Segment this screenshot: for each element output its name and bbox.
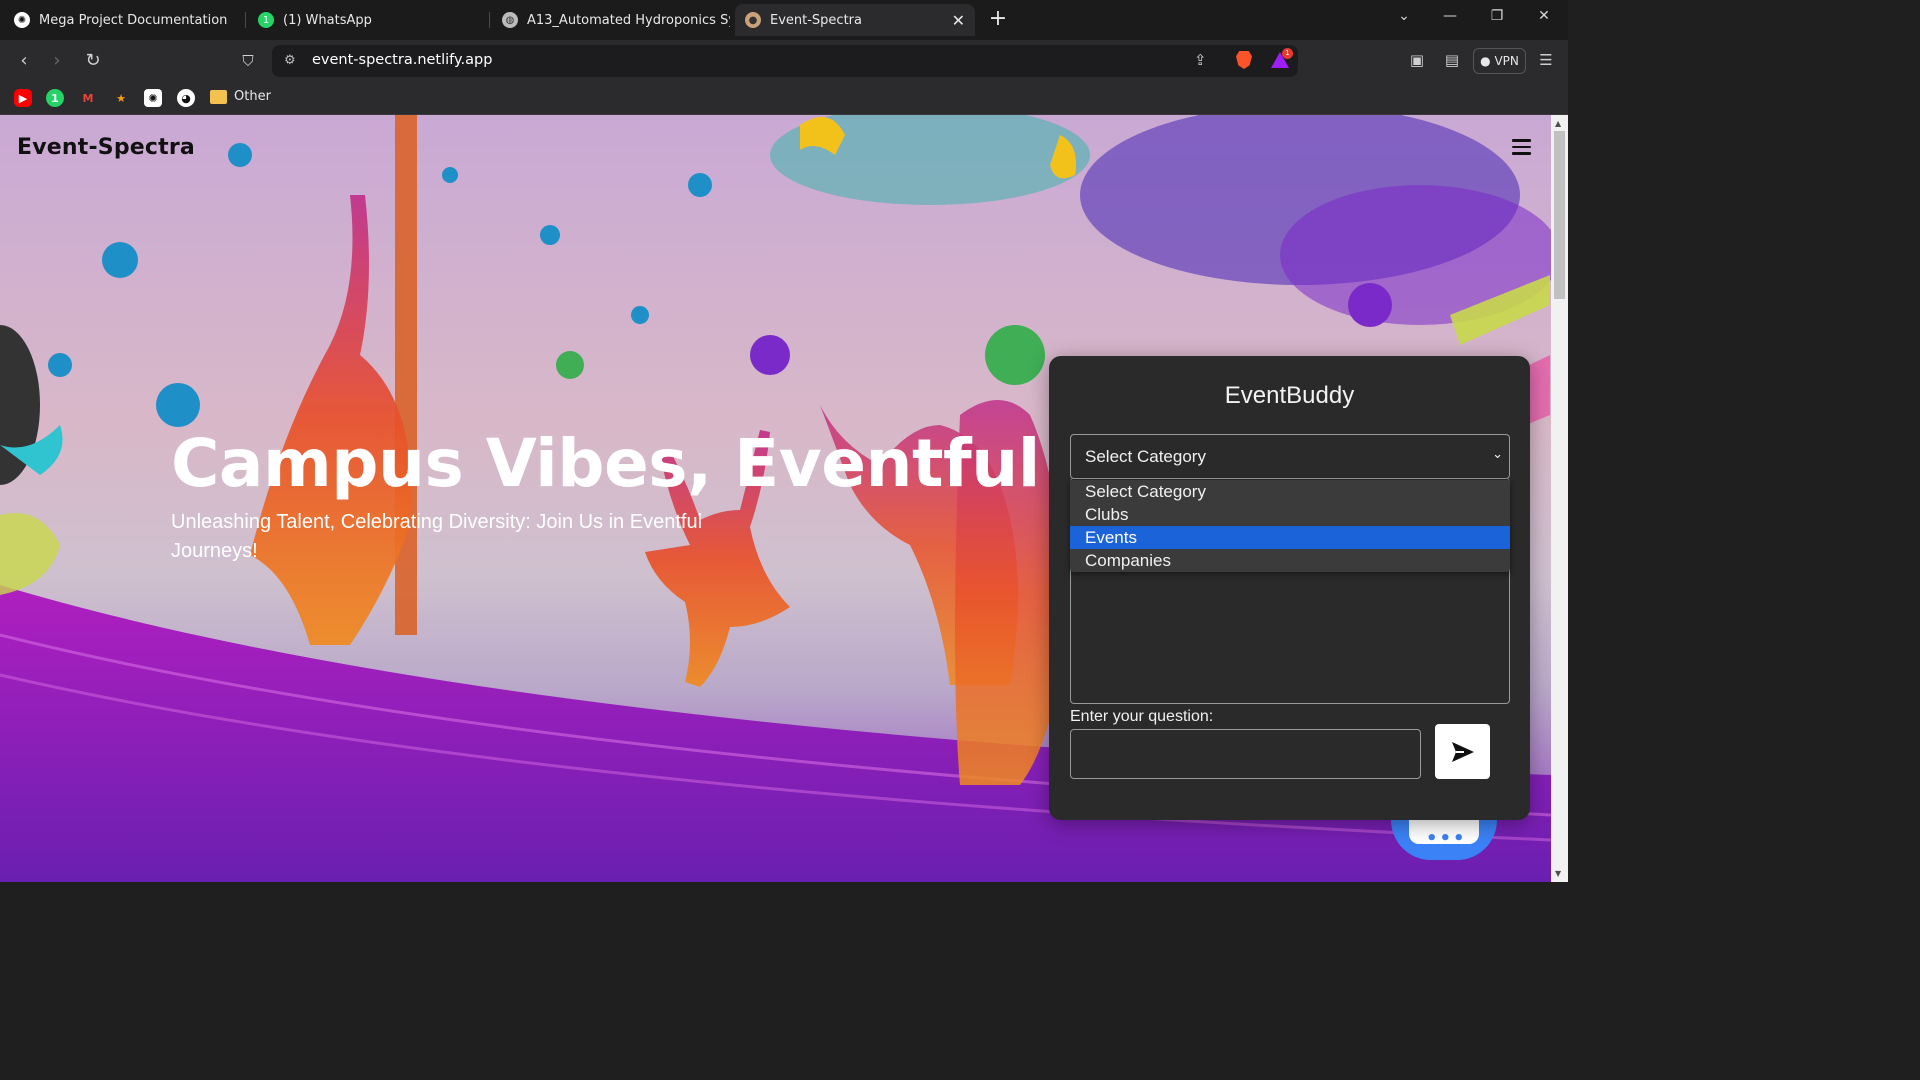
browser-toolbar: ‹ › ↻ ⛉ ⚙ event-spectra.netlify.app ⇪ 1 … (0, 40, 1568, 82)
vpn-button[interactable]: ● VPN (1473, 48, 1526, 74)
star-icon[interactable]: ★ (112, 89, 130, 107)
send-button[interactable] (1435, 724, 1490, 779)
option-clubs[interactable]: Clubs (1070, 503, 1510, 526)
chevron-down-icon: ⌄ (1492, 447, 1503, 462)
tab-event-spectra[interactable]: ● Event-Spectra ✕ (735, 4, 975, 36)
category-select[interactable]: Select Category ⌄ (1070, 434, 1510, 479)
typing-dots-icon: ••• (1426, 828, 1467, 849)
restore-button[interactable]: ❐ (1485, 8, 1509, 24)
close-window-button[interactable]: ✕ (1532, 8, 1556, 24)
close-tab-icon[interactable]: ✕ (944, 11, 965, 30)
tab-strip: ✺ Mega Project Documentation 1 (1) Whats… (0, 0, 1568, 40)
scroll-up-arrow-icon[interactable]: ▲ (1555, 119, 1561, 128)
bookmark-icon[interactable]: ⛉ (237, 50, 259, 72)
youtube-icon[interactable]: ▶ (14, 89, 32, 107)
folder-icon[interactable] (210, 90, 227, 104)
minimize-button[interactable]: — (1438, 8, 1462, 24)
whatsapp-icon: 1 (258, 12, 274, 28)
globe-icon: ◍ (502, 12, 518, 28)
tab-title: Event-Spectra (770, 12, 862, 28)
hero-title: Campus Vibes, Eventful Li (171, 425, 1127, 502)
address-bar[interactable]: ⚙ event-spectra.netlify.app (272, 45, 1298, 77)
send-icon (1451, 741, 1474, 762)
vpn-label: VPN (1494, 54, 1519, 68)
chatgpt-icon[interactable]: ✺ (144, 89, 162, 107)
option-select-category[interactable]: Select Category (1070, 480, 1510, 503)
forward-button[interactable]: › (46, 50, 68, 72)
category-select-value: Select Category (1085, 447, 1206, 466)
tab-title: (1) WhatsApp (283, 12, 372, 28)
sidebar-icon[interactable]: ▣ (1407, 51, 1427, 69)
page-scrollbar[interactable]: ▲ ▼ (1551, 115, 1568, 882)
rewards-badge: 1 (1282, 48, 1293, 59)
option-events[interactable]: Events (1070, 526, 1510, 549)
reload-button[interactable]: ↻ (82, 50, 104, 72)
github-icon[interactable]: ◕ (177, 89, 195, 107)
tab-search-chevron-icon[interactable]: ⌄ (1392, 8, 1416, 24)
eventbuddy-chat-panel: EventBuddy Select Category ⌄ Select Cate… (1049, 356, 1530, 820)
gmail-icon[interactable]: M (79, 89, 97, 107)
question-input[interactable] (1070, 729, 1421, 779)
tab-title: Mega Project Documentation (39, 12, 228, 28)
tab-whatsapp[interactable]: 1 (1) WhatsApp (248, 4, 486, 36)
tab-title: A13_Automated Hydroponics Systen (527, 12, 730, 28)
hero-subtitle: Unleashing Talent, Celebrating Diversity… (171, 511, 703, 562)
tab-mega-project[interactable]: ✺ Mega Project Documentation (4, 4, 242, 36)
tab-hydroponics[interactable]: ◍ A13_Automated Hydroponics Systen (492, 4, 730, 36)
hamburger-menu-icon[interactable] (1512, 139, 1531, 155)
category-dropdown-list: Select Category Clubs Events Companies (1070, 480, 1510, 572)
chat-title: EventBuddy (1224, 382, 1355, 409)
option-companies[interactable]: Companies (1070, 549, 1510, 572)
scrollbar-thumb[interactable] (1554, 131, 1565, 299)
site-icon: ● (745, 12, 761, 28)
scroll-down-arrow-icon[interactable]: ▼ (1555, 869, 1561, 878)
back-button[interactable]: ‹ (13, 50, 35, 72)
site-brand[interactable]: Event-Spectra (17, 135, 195, 160)
wallet-icon[interactable]: ▤ (1442, 51, 1462, 69)
chatgpt-icon: ✺ (14, 12, 30, 28)
menu-icon[interactable]: ☰ (1536, 51, 1556, 69)
question-label: Enter your question: (1070, 708, 1214, 725)
new-tab-button[interactable]: + (988, 8, 1008, 32)
share-icon[interactable]: ⇪ (1194, 51, 1207, 69)
whatsapp-icon[interactable]: 1 (46, 89, 64, 107)
site-settings-icon[interactable]: ⚙ (284, 53, 300, 69)
bookmark-folder-other[interactable]: Other (234, 89, 271, 104)
url-text[interactable]: event-spectra.netlify.app (312, 52, 492, 68)
bookmarks-bar: ▶ 1 M ★ ✺ ◕ Other (0, 82, 1568, 115)
